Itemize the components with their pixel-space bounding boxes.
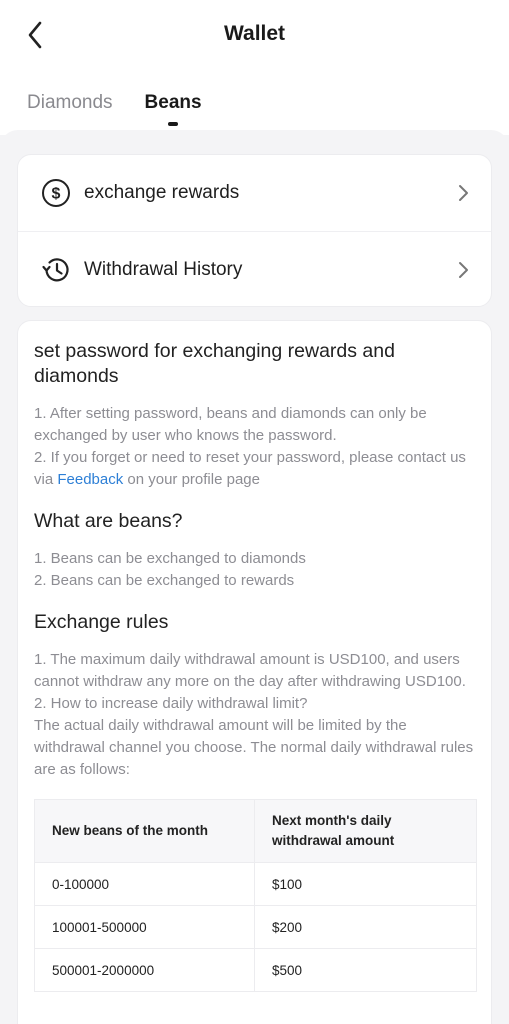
table-cell: $500 [254, 948, 477, 992]
exchange-rules-title: Exchange rules [34, 611, 169, 633]
dollar-circle-icon: $ [40, 177, 72, 209]
password-section-title: set password for exchanging rewards and … [34, 340, 395, 387]
table-header-row: New beans of the month Next month's dail… [34, 799, 477, 863]
beans-point-2: 2. Beans can be exchanged to rewards [34, 572, 295, 589]
password-rule-1: 1. After setting password, beans and dia… [34, 405, 427, 444]
rule-3: The actual daily withdrawal amount will … [34, 717, 474, 778]
svg-text:$: $ [52, 186, 61, 203]
table-cell: 500001-2000000 [34, 948, 255, 992]
beans-section-title: What are beans? [34, 510, 183, 532]
beans-description: 1. Beans can be exchanged to diamonds 2.… [34, 548, 475, 592]
info-card: set password for exchanging rewards and … [17, 320, 492, 1024]
rule-2: 2. How to increase daily withdrawal limi… [34, 695, 308, 712]
table-row: 100001-500000 $200 [34, 905, 477, 949]
active-tab-indicator [168, 122, 179, 126]
table-header-amount: Next month's daily withdrawal amount [254, 799, 477, 863]
tab-beans-label: Beans [144, 92, 202, 113]
tab-diamonds[interactable]: Diamonds [27, 92, 113, 114]
history-clock-icon [40, 254, 72, 286]
chevron-right-icon [457, 183, 471, 203]
password-rule-2-suffix: on your profile page [123, 471, 260, 488]
table-row: 0-100000 $100 [34, 862, 477, 906]
exchange-rewards-label: exchange rewards [84, 182, 240, 203]
content-area: $ exchange rewards Withdrawal History se… [0, 130, 509, 1024]
table-cell: $200 [254, 905, 477, 949]
table-cell: 0-100000 [34, 862, 255, 906]
feedback-link[interactable]: Feedback [57, 471, 123, 488]
chevron-right-icon [457, 260, 471, 280]
table-header-beans: New beans of the month [34, 799, 255, 863]
withdrawal-history-label: Withdrawal History [84, 258, 243, 280]
beans-point-1: 1. Beans can be exchanged to diamonds [34, 550, 306, 567]
rule-1: 1. The maximum daily withdrawal amount i… [34, 651, 466, 690]
tab-bar: Diamonds Beans [27, 92, 202, 126]
table-row: 500001-2000000 $500 [34, 948, 477, 992]
tab-beans[interactable]: Beans [144, 92, 202, 126]
exchange-rewards-item[interactable]: $ exchange rewards [18, 155, 491, 231]
password-instructions: 1. After setting password, beans and dia… [34, 403, 475, 491]
menu-card: $ exchange rewards Withdrawal History [17, 154, 492, 307]
page-title: Wallet [223, 22, 286, 45]
table-cell: 100001-500000 [34, 905, 255, 949]
table-cell: $100 [254, 862, 477, 906]
exchange-rules-text: 1. The maximum daily withdrawal amount i… [34, 649, 475, 781]
password-rule-2: 2. If you forget or need to reset your p… [34, 447, 475, 491]
top-bar: Wallet Diamonds Beans [0, 0, 509, 135]
withdrawal-limit-table: New beans of the month Next month's dail… [34, 799, 477, 992]
withdrawal-history-item[interactable]: Withdrawal History [18, 231, 491, 307]
